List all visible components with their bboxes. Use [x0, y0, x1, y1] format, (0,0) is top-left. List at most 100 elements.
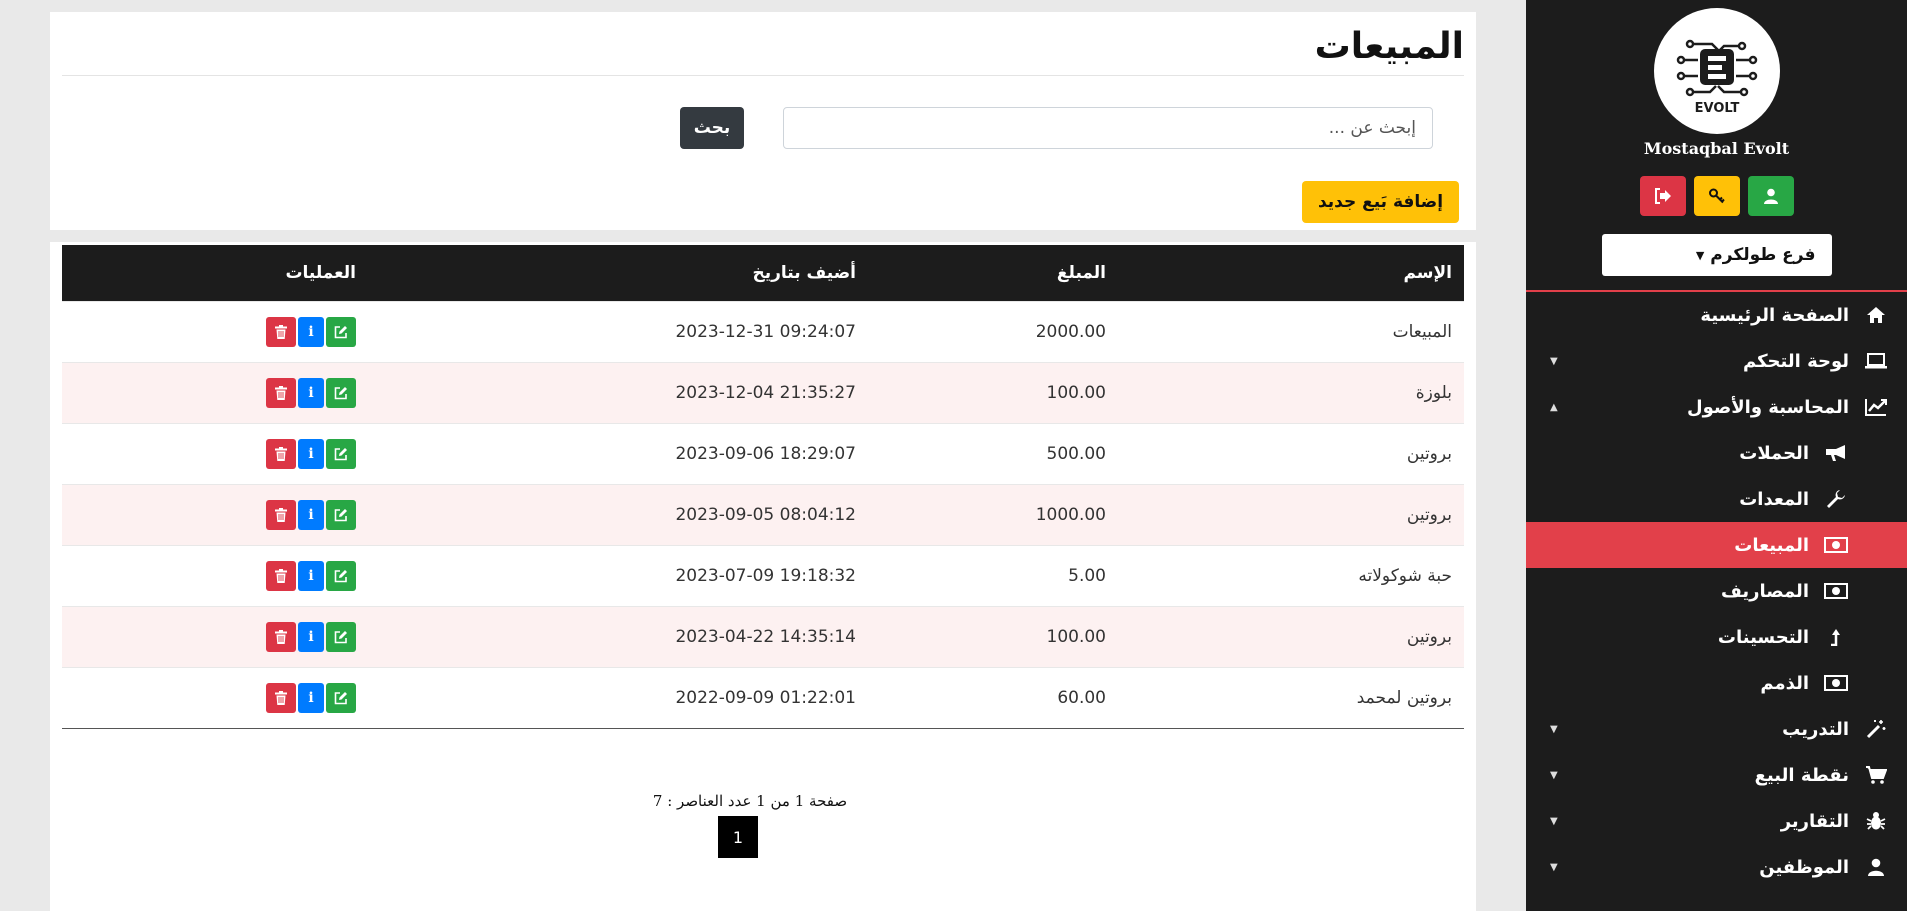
- cell-amount: 5.00: [868, 544, 1118, 606]
- delete-button[interactable]: [266, 499, 296, 530]
- cell-name: المبيعات: [1118, 300, 1464, 362]
- sidebar-item-label: الذمم: [1760, 672, 1809, 694]
- delete-button[interactable]: [266, 682, 296, 713]
- wrench-icon: [1823, 489, 1849, 509]
- search-button[interactable]: بحث: [680, 107, 744, 149]
- caret-down-icon: ▼: [1550, 769, 1558, 781]
- company-logo[interactable]: EVOLT: [1653, 8, 1780, 134]
- caret-down-icon: ▼: [1550, 861, 1558, 873]
- trash-icon: [275, 446, 287, 461]
- info-button[interactable]: i: [298, 621, 324, 652]
- bullhorn-icon: [1823, 444, 1849, 462]
- edit-button[interactable]: [326, 377, 356, 408]
- bug-icon: [1863, 811, 1889, 831]
- info-icon: i: [308, 567, 314, 584]
- chart-line-icon: [1863, 398, 1889, 416]
- delete-button[interactable]: [266, 560, 296, 591]
- row-actions: i: [266, 499, 356, 530]
- cell-date: 2023-12-04 21:35:27: [368, 361, 868, 423]
- brand: EVOLT Mostaqbal Evolt: [1526, 0, 1907, 158]
- cell-date: 2023-12-31 09:24:07: [368, 300, 868, 362]
- cell-name: بروتين لمحمد: [1118, 666, 1464, 728]
- table-row: بروتين 1000.00 2023-09-05 08:04:12 i: [62, 483, 1464, 545]
- trash-icon: [275, 507, 287, 522]
- edit-icon: [334, 630, 347, 643]
- sales-table: الإسم المبلغ أضيف بتاريخ العمليات المبيع…: [62, 245, 1464, 729]
- magic-wand-icon: [1863, 719, 1889, 739]
- level-up-icon: [1823, 628, 1849, 646]
- branch-label: فرع طولكرم: [1710, 245, 1816, 265]
- sidebar-item-accounting[interactable]: المحاسبة والأصول ▲: [1526, 384, 1907, 430]
- caret-down-icon: ▼: [1550, 723, 1558, 735]
- sidebar-item-equipment[interactable]: المعدات: [1526, 476, 1907, 522]
- edit-button[interactable]: [326, 682, 356, 713]
- delete-button[interactable]: [266, 377, 296, 408]
- branch-dropdown[interactable]: فرع طولكرم ▼: [1601, 234, 1832, 276]
- search-input[interactable]: [783, 107, 1433, 149]
- cell-name: بروتين: [1118, 483, 1464, 545]
- sidebar-item-pos[interactable]: نقطة البيع ▼: [1526, 752, 1907, 798]
- sidebar-item-employees[interactable]: الموظفين ▼: [1526, 844, 1907, 890]
- cell-operations: i: [62, 666, 368, 728]
- sidebar-item-reports[interactable]: التقارير ▼: [1526, 798, 1907, 844]
- main-content: المبيعات بحث إضافة بَيع جديد الإسم المبل…: [50, 12, 1476, 911]
- info-button[interactable]: i: [298, 438, 324, 469]
- profile-button[interactable]: [1747, 176, 1794, 216]
- row-actions: i: [266, 621, 356, 652]
- info-icon: i: [308, 506, 314, 523]
- delete-button[interactable]: [266, 621, 296, 652]
- delete-button[interactable]: [266, 438, 296, 469]
- cell-date: 2023-04-22 14:35:14: [368, 605, 868, 667]
- cell-amount: 100.00: [868, 361, 1118, 423]
- edit-button[interactable]: [326, 499, 356, 530]
- info-button[interactable]: i: [298, 499, 324, 530]
- info-button[interactable]: i: [298, 316, 324, 347]
- info-button[interactable]: i: [298, 682, 324, 713]
- info-icon: i: [308, 323, 314, 340]
- delete-button[interactable]: [266, 316, 296, 347]
- change-password-button[interactable]: [1693, 176, 1740, 216]
- money-bill-icon: [1823, 583, 1849, 599]
- sidebar-item-home[interactable]: الصفحة الرئيسية: [1526, 292, 1907, 338]
- edit-button[interactable]: [326, 621, 356, 652]
- info-icon: i: [308, 384, 314, 401]
- sidebar-item-receivables[interactable]: الذمم: [1526, 660, 1907, 706]
- sidebar-item-campaigns[interactable]: الحملات: [1526, 430, 1907, 476]
- key-icon: [1708, 188, 1725, 204]
- edit-button[interactable]: [326, 438, 356, 469]
- sidebar-item-label: الحملات: [1739, 442, 1809, 464]
- sidebar-item-sales[interactable]: المبيعات: [1526, 522, 1907, 568]
- section-gap: [50, 230, 1476, 242]
- add-sale-button[interactable]: إضافة بَيع جديد: [1302, 181, 1459, 223]
- edit-button[interactable]: [326, 316, 356, 347]
- cart-icon: [1863, 766, 1889, 784]
- edit-button[interactable]: [326, 560, 356, 591]
- page-number-button[interactable]: 1: [718, 816, 758, 858]
- table-row: بروتين لمحمد 60.00 2022-09-09 01:22:01 i: [62, 666, 1464, 728]
- sidebar-item-improvements[interactable]: التحسينات: [1526, 614, 1907, 660]
- info-button[interactable]: i: [298, 560, 324, 591]
- trash-icon: [275, 690, 287, 705]
- title-divider: [62, 75, 1464, 76]
- cell-name: بلوزة: [1118, 361, 1464, 423]
- logout-button[interactable]: [1639, 176, 1686, 216]
- cell-operations: i: [62, 422, 368, 484]
- sidebar-item-dashboard[interactable]: لوحة التحكم ▼: [1526, 338, 1907, 384]
- cell-amount: 60.00: [868, 666, 1118, 728]
- info-button[interactable]: i: [298, 377, 324, 408]
- info-icon: i: [308, 628, 314, 645]
- page-title: المبيعات: [1314, 26, 1464, 67]
- edit-icon: [334, 569, 347, 582]
- sidebar-item-label: لوحة التحكم: [1742, 350, 1849, 372]
- cell-amount: 2000.00: [868, 300, 1118, 362]
- info-icon: i: [308, 445, 314, 462]
- sidebar-item-label: المصاريف: [1720, 580, 1809, 602]
- sidebar-item-training[interactable]: التدريب ▼: [1526, 706, 1907, 752]
- user-actions: [1526, 176, 1907, 216]
- pagination-info: صفحة 1 من 1 عدد العناصر : 7: [652, 792, 848, 810]
- edit-icon: [334, 447, 347, 460]
- sidebar-item-expenses[interactable]: المصاريف: [1526, 568, 1907, 614]
- sidebar-item-label: الموظفين: [1759, 856, 1849, 878]
- column-header-operations: العمليات: [62, 245, 368, 301]
- sidebar-nav: الصفحة الرئيسية لوحة التحكم ▼ المحاسبة و…: [1526, 292, 1907, 890]
